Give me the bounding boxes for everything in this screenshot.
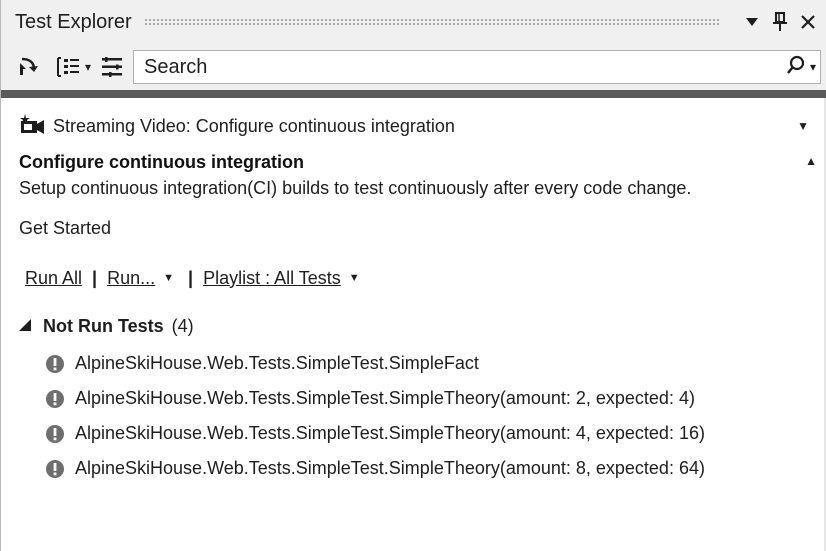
window-title: Test Explorer	[15, 10, 132, 33]
test-name: AlpineSkiHouse.Web.Tests.SimpleTest.Simp…	[75, 388, 695, 408]
test-list: AlpineSkiHouse.Web.Tests.SimpleTest.Simp…	[45, 346, 705, 486]
close-icon[interactable]	[797, 10, 819, 34]
run-dropdown-icon[interactable]: ▼	[163, 272, 174, 284]
test-item[interactable]: AlpineSkiHouse.Web.Tests.SimpleTest.Simp…	[45, 346, 705, 381]
test-explorer-window: Test Explorer ▾ Search ▾ Streaming Video…	[0, 0, 826, 551]
search-options-dropdown-icon[interactable]: ▾	[810, 60, 816, 74]
info-collapse-toggle[interactable]: ▲	[805, 154, 817, 168]
list-settings-icon[interactable]	[101, 52, 123, 82]
pin-icon[interactable]	[769, 10, 791, 34]
search-icon	[786, 55, 806, 80]
run-all-link[interactable]: Run All	[25, 268, 82, 289]
video-camera-icon	[19, 113, 45, 140]
playlist-link[interactable]: Playlist : All Tests	[203, 268, 341, 289]
test-item[interactable]: AlpineSkiHouse.Web.Tests.SimpleTest.Simp…	[45, 416, 705, 451]
not-run-icon	[45, 459, 65, 479]
run-link[interactable]: Run...	[107, 268, 155, 289]
search-button[interactable]: ▾	[786, 55, 816, 80]
info-title: Configure continuous integration	[19, 152, 304, 172]
group-by-dropdown-icon[interactable]: ▾	[85, 60, 91, 74]
run-tests-icon[interactable]	[15, 52, 41, 82]
test-item[interactable]: AlpineSkiHouse.Web.Tests.SimpleTest.Simp…	[45, 451, 705, 486]
streaming-video-link[interactable]: Streaming Video: Configure continuous in…	[53, 116, 455, 137]
group-by-button[interactable]: ▾	[55, 52, 91, 82]
streaming-video-banner[interactable]: Streaming Video: Configure continuous in…	[19, 113, 819, 140]
title-bar: Test Explorer	[1, 0, 826, 44]
group-expander-icon[interactable]	[19, 318, 31, 334]
video-expand-toggle[interactable]: ▼	[797, 119, 809, 133]
not-run-icon	[45, 389, 65, 409]
info-description: Setup continuous integration(CI) builds …	[19, 178, 692, 198]
run-bar-separator: |	[92, 267, 98, 288]
run-bar: Run All | Run... ▼ | Playlist : All Test…	[25, 266, 360, 290]
window-menu-dropdown-icon[interactable]	[741, 10, 763, 34]
search-box[interactable]: ▾	[133, 50, 821, 84]
not-run-icon	[45, 424, 65, 444]
test-name: AlpineSkiHouse.Web.Tests.SimpleTest.Simp…	[75, 458, 705, 478]
drag-grip[interactable]	[143, 18, 721, 26]
toolbar-divider	[1, 90, 826, 98]
group-by-icon	[55, 55, 81, 79]
playlist-dropdown-icon[interactable]: ▼	[349, 272, 360, 284]
group-count: (4)	[171, 315, 194, 336]
group-label: Not Run Tests	[43, 315, 164, 336]
test-name: AlpineSkiHouse.Web.Tests.SimpleTest.Simp…	[75, 353, 479, 373]
test-name: AlpineSkiHouse.Web.Tests.SimpleTest.Simp…	[75, 423, 705, 443]
get-started-link[interactable]: Get Started	[19, 218, 111, 239]
search-input[interactable]	[142, 51, 786, 83]
not-run-tests-group[interactable]: Not Run Tests (4)	[19, 314, 194, 338]
not-run-icon	[45, 354, 65, 374]
test-item[interactable]: AlpineSkiHouse.Web.Tests.SimpleTest.Simp…	[45, 381, 705, 416]
toolbar: ▾ ▾	[1, 44, 826, 90]
run-bar-separator: |	[188, 267, 194, 288]
test-explorer-content: Streaming Video: Configure continuous in…	[1, 98, 826, 551]
